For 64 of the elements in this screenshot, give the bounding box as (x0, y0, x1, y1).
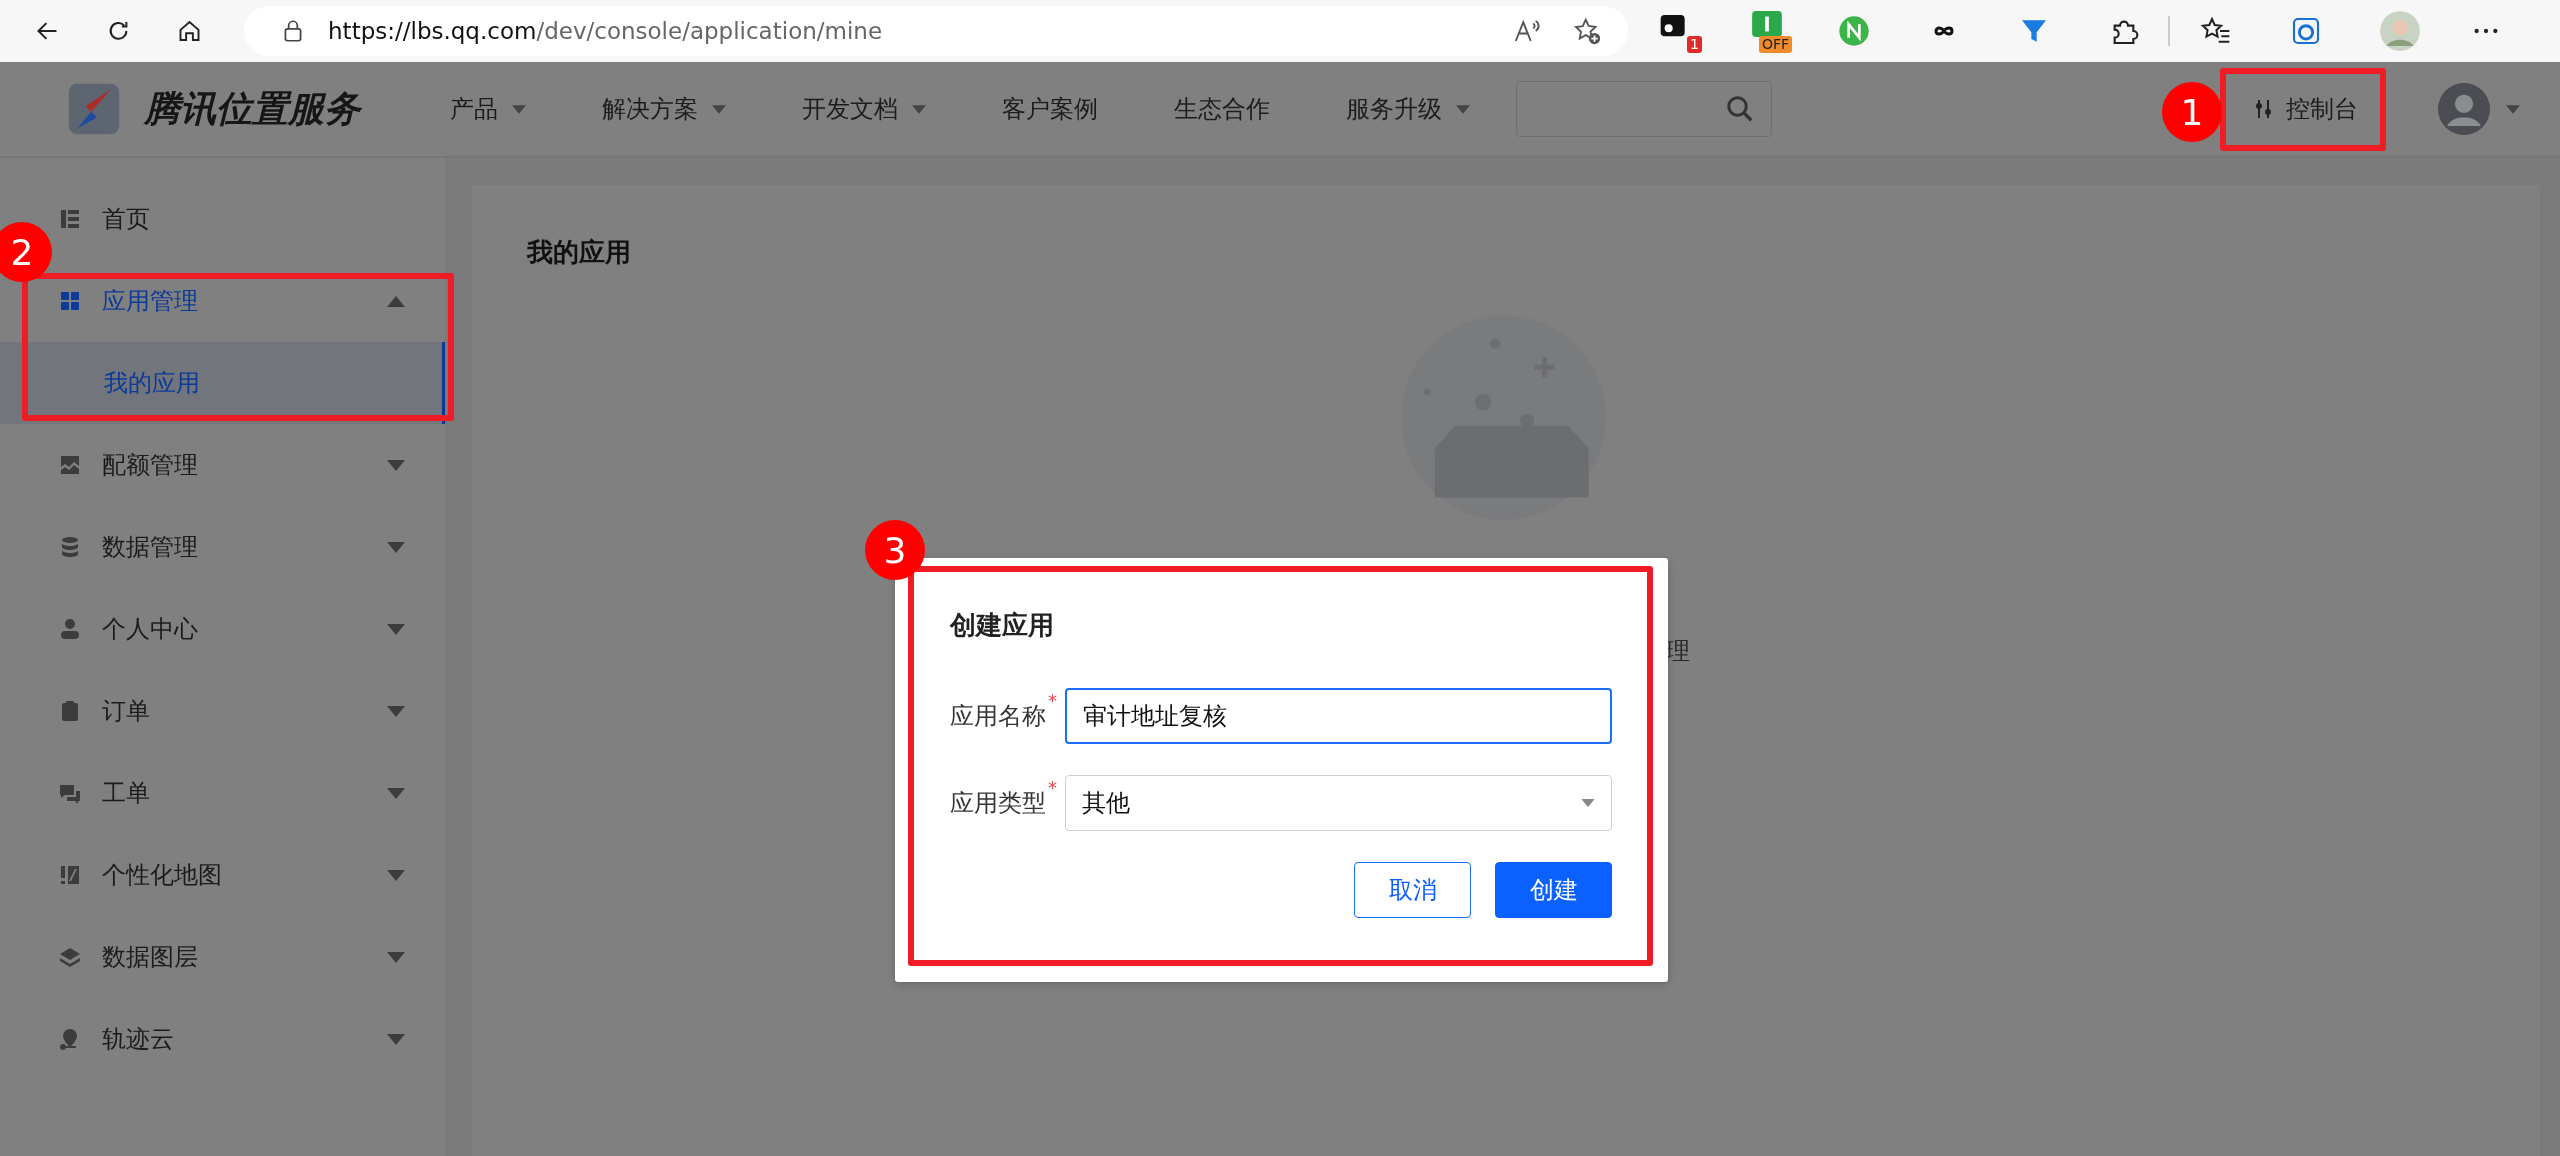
sidebar-item[interactable]: 配额管理 (54, 424, 445, 506)
cancel-button[interactable]: 取消 (1354, 862, 1471, 918)
caret-icon (387, 623, 405, 635)
dialog-title: 创建应用 (950, 609, 1055, 642)
field-label: 应用名称 (950, 701, 1046, 732)
caret-icon (1456, 104, 1470, 114)
sidebar-item[interactable]: 工单 (54, 752, 445, 834)
caret-icon[interactable] (2506, 104, 2520, 114)
layers-icon (58, 945, 82, 969)
sidebar-item[interactable]: 数据管理 (54, 506, 445, 588)
caret-icon (912, 104, 926, 114)
caret-icon (387, 459, 405, 471)
sidebar-item[interactable]: 个人中心 (54, 588, 445, 670)
nav-menu-item[interactable]: 解决方案 (602, 93, 726, 125)
address-bar[interactable]: https://lbs.qq.com/dev/console/application/mine (244, 6, 1628, 56)
extension-icon[interactable]: 1 (1658, 11, 1702, 51)
app-name-field[interactable]: 审计地址复核 (1065, 688, 1612, 744)
extension-icon[interactable] (1838, 15, 1870, 47)
empty-state-text: 理 (1666, 636, 1690, 667)
caret-icon (1581, 799, 1595, 807)
sidebar-item[interactable]: 轨迹云 (54, 998, 445, 1080)
nav-menu-item[interactable]: 产品 (450, 93, 526, 125)
caret-icon (387, 541, 405, 553)
create-button[interactable]: 创建 (1495, 862, 1612, 918)
required-mark: * (1048, 777, 1057, 798)
caret-icon (387, 705, 405, 717)
search-icon (1725, 94, 1755, 124)
caret-icon (387, 787, 405, 799)
status-badge: OFF (1758, 36, 1792, 53)
url-text: https://lbs.qq.com/dev/console/application/mine (328, 18, 883, 44)
required-mark: * (1048, 690, 1057, 711)
sidebar-subitem[interactable]: 我的应用 (0, 342, 445, 424)
console-link[interactable]: 控制台 (2254, 93, 2358, 125)
caret-icon (387, 951, 405, 963)
app-type-dropdown[interactable]: 其他 (1065, 775, 1612, 831)
user-avatar[interactable] (2438, 83, 2490, 135)
sidebar-item[interactable]: 数据图层 (54, 916, 445, 998)
home-icon (58, 207, 82, 231)
browser-icon[interactable] (2290, 15, 2322, 47)
nav-menu-item[interactable]: 生态合作 (1174, 93, 1270, 125)
nav-menu-item[interactable]: 服务升级 (1346, 93, 1470, 125)
page-title: 我的应用 (527, 236, 632, 269)
field-label: 应用类型 (950, 788, 1046, 819)
caret-icon (712, 104, 726, 114)
favorite-add-icon[interactable] (1572, 16, 1602, 46)
nav-menu-item[interactable]: 开发文档 (802, 93, 926, 125)
nav-menu-item[interactable]: 客户案例 (1002, 93, 1098, 125)
caret-icon (512, 104, 526, 114)
caret-icon (387, 295, 405, 307)
profile-avatar[interactable] (2380, 11, 2420, 51)
sidebar-item[interactable]: 首页 (54, 178, 445, 260)
caret-icon (387, 1033, 405, 1045)
style-icon (58, 863, 82, 887)
search-field[interactable] (1516, 81, 1772, 137)
sidebar-item[interactable]: 应用管理 (54, 260, 445, 342)
sidebar-item[interactable]: 个性化地图 (54, 834, 445, 916)
caret-icon (387, 869, 405, 881)
info-icon (1752, 11, 1782, 37)
person-icon (58, 617, 82, 641)
chart-icon (58, 453, 82, 477)
grid-icon (58, 289, 82, 313)
sidebar-item[interactable]: 订单 (54, 670, 445, 752)
notification-badge: 1 (1687, 36, 1702, 53)
extension-icon[interactable]: OFF (1748, 11, 1792, 51)
